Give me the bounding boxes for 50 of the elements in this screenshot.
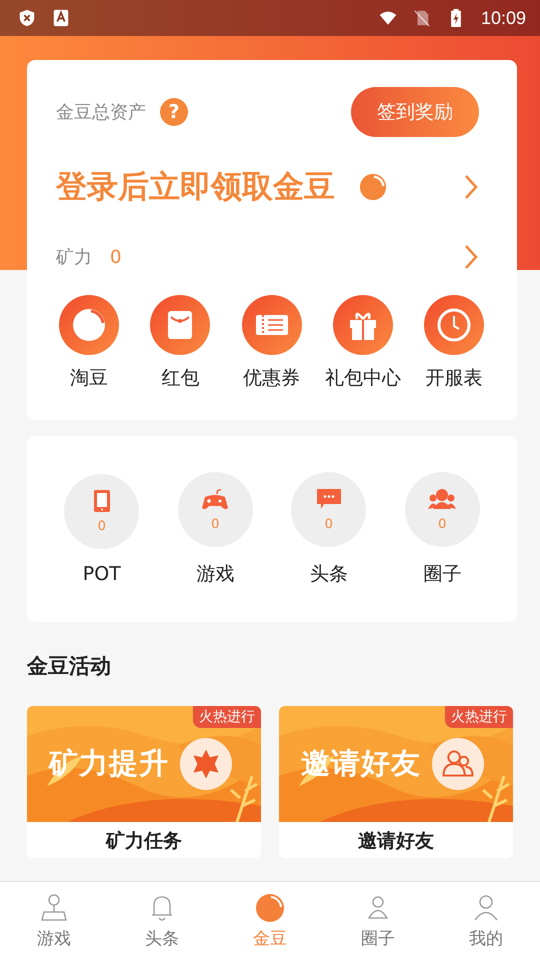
wifi-icon	[378, 9, 397, 27]
nav-tab[interactable]: 金豆	[216, 882, 324, 960]
joystick-icon	[39, 892, 69, 922]
stat-label: POT	[82, 562, 121, 584]
bean-icon[interactable]	[59, 295, 119, 355]
nav-tab[interactable]: 我的	[432, 882, 540, 960]
gamepad-icon	[201, 486, 230, 510]
activity-title: 矿力任务	[104, 829, 183, 854]
no-sim-icon	[412, 9, 431, 27]
hot-badge: 火热进行	[445, 706, 513, 728]
shortcut-label[interactable]: 红包	[161, 365, 200, 391]
envelope-icon[interactable]	[150, 295, 210, 355]
chevron-right-icon[interactable]	[463, 173, 479, 201]
status-time: 10:09	[480, 8, 526, 28]
shortcut-label[interactable]: 淘豆	[70, 365, 108, 391]
nav-tab[interactable]: 游戏	[0, 882, 108, 960]
stat-label: 游戏	[196, 562, 234, 586]
nav-tab[interactable]: 头条	[108, 882, 216, 960]
hot-badge: 火热进行	[193, 706, 261, 728]
activity-card[interactable]: 火热进行 邀请好友 邀请好友	[279, 706, 513, 858]
activity-card[interactable]: 火热进行 矿力提升 矿力任务	[27, 706, 261, 858]
shield-icon	[18, 9, 36, 27]
stat-label: 头条	[310, 562, 348, 586]
chevron-right-icon[interactable]	[463, 243, 479, 271]
nav-tab[interactable]: 圈子	[324, 882, 432, 960]
shortcut-label[interactable]: 开服表	[426, 365, 482, 391]
login-prompt[interactable]: 登录后立即领取金豆	[56, 166, 335, 208]
clock-icon[interactable]	[424, 295, 484, 355]
stat-label: 圈子	[423, 562, 462, 586]
ticket-icon[interactable]	[242, 295, 302, 355]
banner-title: 矿力提升	[49, 745, 169, 782]
banner-title: 邀请好友	[301, 745, 421, 782]
shortcut-label[interactable]: 优惠券	[243, 365, 300, 391]
stat-count: 0	[438, 516, 446, 532]
signin-button[interactable]: 签到奖励	[351, 87, 479, 137]
power-label: 矿力	[56, 246, 92, 269]
gift-icon[interactable]	[332, 295, 393, 355]
activity-title: 邀请好友	[357, 829, 435, 854]
stat-count: 0	[211, 516, 220, 532]
stat-count: 0	[98, 518, 106, 534]
chat-icon	[314, 486, 343, 510]
stat-count: 0	[324, 516, 333, 532]
assets-label: 金豆总资产	[56, 101, 146, 124]
help-icon[interactable]: ?	[160, 98, 188, 126]
section-title: 金豆活动	[27, 653, 112, 680]
shortcut-label[interactable]: 礼包中心	[324, 365, 401, 391]
bean-icon	[359, 173, 387, 201]
font-icon	[52, 9, 70, 27]
bean-icon	[255, 892, 285, 922]
power-value: 0	[110, 246, 122, 268]
